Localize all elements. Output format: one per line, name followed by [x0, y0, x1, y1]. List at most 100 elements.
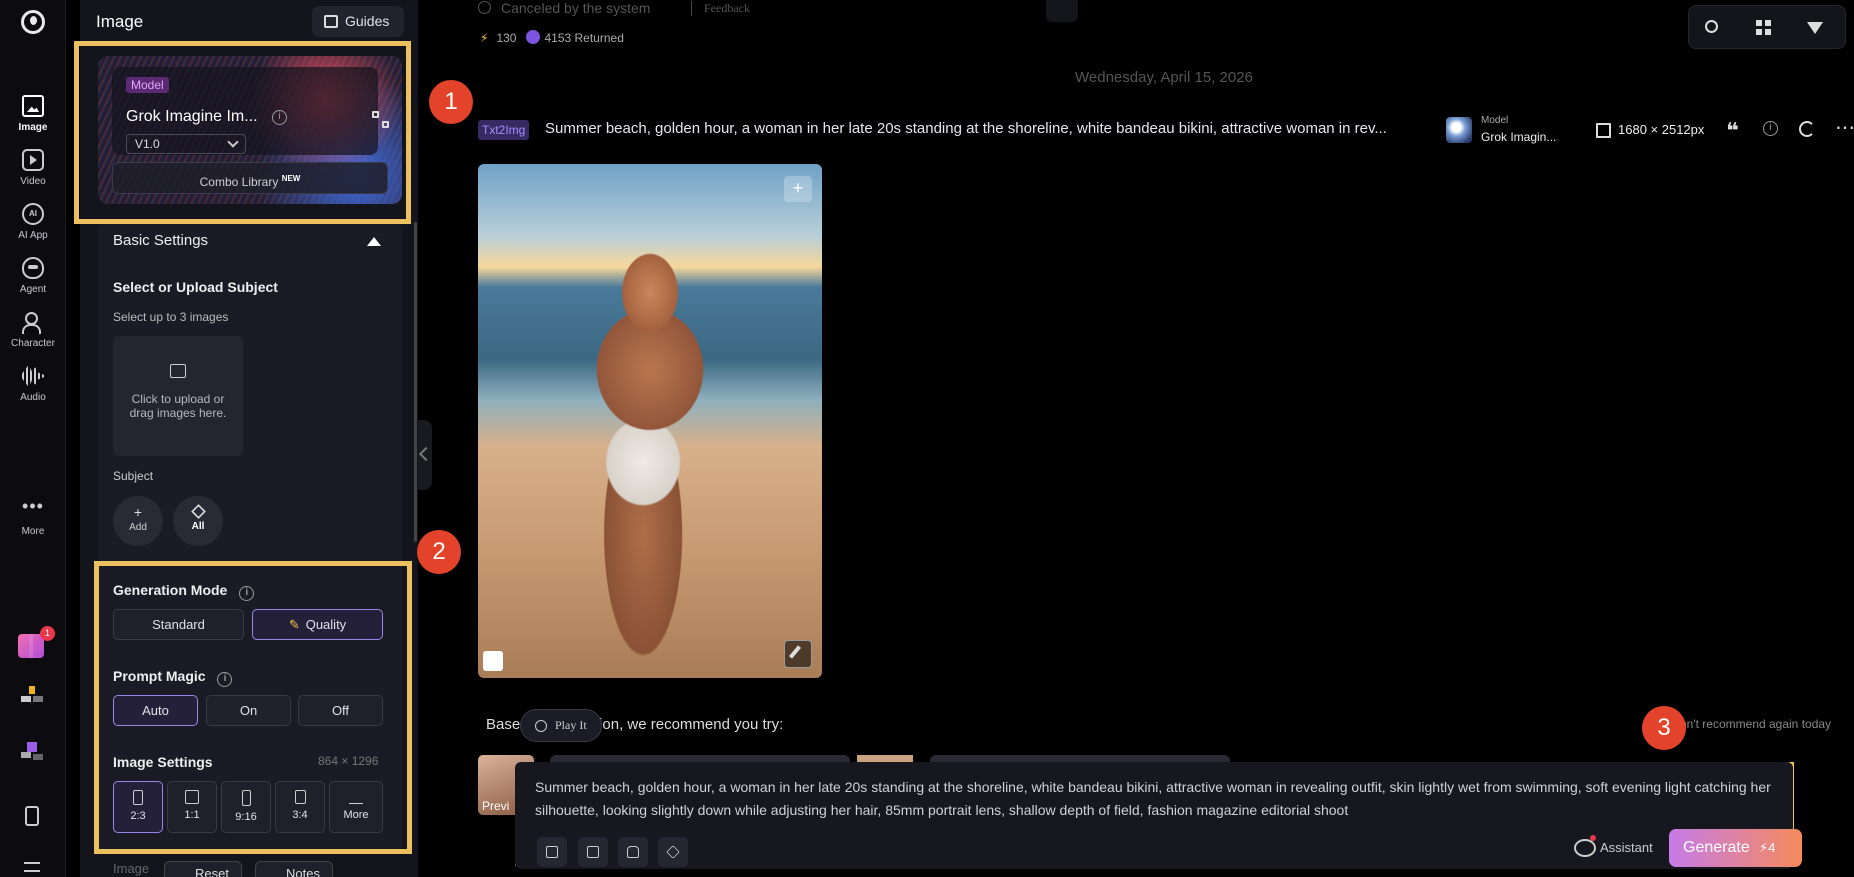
- add-subject-button[interactable]: + Add: [113, 496, 163, 546]
- ratio-1-1-button[interactable]: 1:1: [167, 781, 217, 833]
- generate-label: Generate: [1683, 839, 1750, 856]
- rail-item-audio[interactable]: Audio: [0, 365, 66, 403]
- mobile-app-icon[interactable]: [25, 806, 39, 826]
- prompt-input[interactable]: Summer beach, golden hour, a woman in he…: [535, 776, 1775, 822]
- book-icon: [324, 15, 338, 28]
- model-selector[interactable]: Model Grok Imagine Im... i V1.0: [112, 67, 389, 155]
- refresh-icon[interactable]: [1799, 121, 1815, 137]
- magic-off-button[interactable]: Off: [298, 695, 383, 726]
- rail-item-label: Character: [11, 338, 55, 349]
- recommend-end: eation, we recommend you try:: [578, 716, 784, 733]
- credits-value: 130: [496, 31, 517, 45]
- more-options-icon[interactable]: ⋯: [1835, 115, 1854, 140]
- more-icon: •••: [22, 496, 44, 516]
- info-icon[interactable]: i: [217, 672, 233, 687]
- translate-icon[interactable]: [578, 837, 608, 867]
- step-badge-2: 2: [417, 530, 461, 574]
- image-icon: [22, 95, 44, 117]
- dont-recommend-link[interactable]: on't recommend again today: [1680, 717, 1831, 731]
- rail-item-image[interactable]: Image: [0, 95, 66, 133]
- preview-label: Previ: [482, 799, 510, 813]
- credits-line: ⚡ 130 4153 Returned: [480, 30, 624, 45]
- image-reference-icon[interactable]: [537, 837, 567, 867]
- rail-item-video[interactable]: Video: [0, 149, 66, 187]
- plus-icon: +: [133, 504, 143, 520]
- magic-on-button[interactable]: On: [206, 695, 291, 726]
- add-label: Add: [129, 522, 147, 533]
- ai-app-icon: AI: [22, 203, 44, 225]
- collapse-panel-handle[interactable]: [418, 420, 432, 490]
- ratio-label: 1:1: [184, 809, 200, 821]
- panel-scrollbar[interactable]: [414, 222, 417, 542]
- guides-button[interactable]: Guides: [312, 6, 404, 37]
- version-value: V1.0: [135, 137, 160, 151]
- retry-icon[interactable]: [1046, 0, 1078, 22]
- mode-quality-button[interactable]: ✎ Quality: [252, 609, 383, 640]
- add-to-collection-icon[interactable]: +: [784, 176, 812, 202]
- status-text: Canceled by the system: [501, 0, 651, 16]
- video-icon: [22, 149, 44, 171]
- all-label: All: [191, 521, 205, 532]
- rail-item-ai-app[interactable]: AI AI App: [0, 203, 66, 241]
- version-select[interactable]: V1.0: [126, 134, 246, 154]
- all-subjects-button[interactable]: All: [173, 496, 223, 546]
- rail-item-label: Agent: [19, 284, 47, 295]
- search-icon[interactable]: [1705, 20, 1718, 33]
- model-tag: Model: [126, 77, 169, 93]
- image-settings-title: Image Settings: [113, 754, 213, 770]
- pixel-avatar-icon[interactable]: [21, 686, 45, 704]
- play-it-button[interactable]: Play It: [520, 709, 602, 742]
- upload-dropzone[interactable]: Click to upload or drag images here.: [113, 336, 243, 456]
- date-separator: Wednesday, April 15, 2026: [1075, 69, 1253, 86]
- mode-standard-button[interactable]: Standard: [113, 609, 244, 640]
- upload-text: Click to upload or drag images here.: [129, 392, 227, 420]
- step-badge-3: 3: [1642, 706, 1686, 750]
- save-icon[interactable]: [483, 651, 503, 671]
- ratio-tall-icon: [241, 790, 251, 806]
- magic-auto-button[interactable]: Auto: [113, 695, 198, 726]
- switch-model-icon[interactable]: [372, 111, 390, 129]
- task-model-tag: Model: [1481, 115, 1509, 126]
- ratio-2-3-button[interactable]: 2:3: [113, 781, 163, 833]
- prompt-magic-label: Prompt Magic: [113, 668, 206, 684]
- info-icon[interactable]: i: [239, 586, 255, 601]
- app-logo-icon[interactable]: [21, 10, 45, 34]
- model-name: Grok Imagine Im...: [126, 108, 258, 125]
- subject-hint: Select up to 3 images: [113, 310, 229, 324]
- lock-icon[interactable]: [618, 837, 648, 867]
- rail-item-agent[interactable]: Agent: [0, 257, 66, 295]
- notes-button[interactable]: Notes: [255, 861, 333, 877]
- rail-item-more[interactable]: ••• More: [0, 496, 66, 537]
- cube-icon[interactable]: [658, 837, 688, 867]
- rail-item-label: Video: [20, 176, 46, 187]
- ratio-more-button[interactable]: More: [329, 781, 383, 833]
- ratio-3-4-button[interactable]: 3:4: [275, 781, 325, 833]
- filter-icon[interactable]: [1807, 22, 1823, 34]
- ratio-portrait-icon: [133, 790, 143, 805]
- collapse-triangle-icon[interactable]: [367, 237, 381, 246]
- quote-icon[interactable]: ❝: [1726, 118, 1739, 144]
- ratio-portrait-icon: [294, 790, 306, 804]
- combo-library-button[interactable]: Combo Library NEW: [112, 162, 388, 194]
- edit-icon[interactable]: [784, 640, 812, 668]
- grid-icon[interactable]: [1756, 20, 1772, 36]
- menu-icon[interactable]: [24, 862, 40, 872]
- generated-image[interactable]: [478, 164, 822, 678]
- ratio-9-16-button[interactable]: 9:16: [221, 781, 271, 833]
- pixel-avatar-2-icon[interactable]: [21, 742, 45, 760]
- gift-icon[interactable]: [18, 634, 44, 658]
- rail-item-character[interactable]: Character: [0, 311, 66, 349]
- assistant-button[interactable]: Assistant: [1574, 835, 1653, 857]
- generate-button[interactable]: Generate ⚡4: [1669, 829, 1802, 867]
- audio-icon: [22, 365, 44, 387]
- task-prompt[interactable]: Summer beach, golden hour, a woman in he…: [545, 120, 1433, 137]
- panel-title: Image: [96, 12, 144, 31]
- guides-label: Guides: [345, 13, 390, 29]
- info-icon[interactable]: i: [272, 110, 287, 125]
- model-card[interactable]: Model Grok Imagine Im... i V1.0 Combo Li…: [98, 56, 402, 204]
- feedback-link[interactable]: Feedback: [691, 1, 750, 16]
- basic-settings-title[interactable]: Basic Settings: [113, 232, 208, 249]
- upload-image-icon: [170, 364, 186, 378]
- reset-button[interactable]: Reset: [164, 861, 242, 877]
- info-icon[interactable]: i: [1763, 121, 1778, 136]
